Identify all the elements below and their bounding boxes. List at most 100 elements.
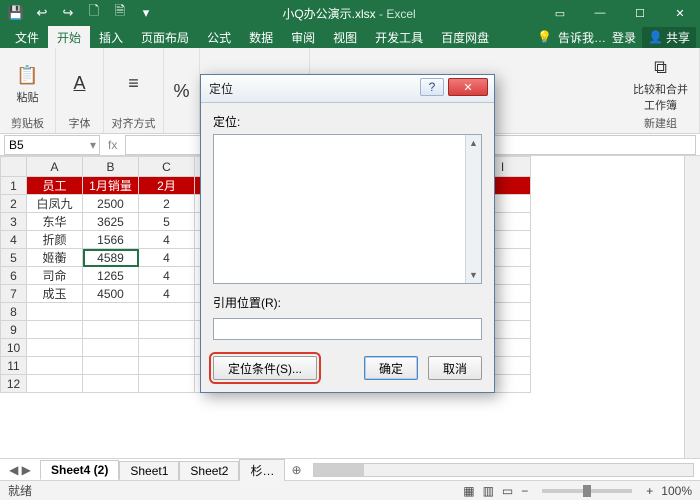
dialog-title: 定位 (209, 80, 233, 97)
vertical-scrollbar[interactable] (684, 156, 700, 458)
selected-cell[interactable]: 4589 (83, 249, 139, 267)
row-header[interactable]: 7 (1, 285, 27, 303)
share-button[interactable]: 👤共享 (642, 27, 696, 48)
close-button[interactable]: ✕ (660, 0, 700, 26)
row-header[interactable]: 5 (1, 249, 27, 267)
dialog-close-button[interactable]: ✕ (448, 78, 488, 96)
cell[interactable]: 东华 (27, 213, 83, 231)
cell[interactable]: 1566 (83, 231, 139, 249)
row-header[interactable]: 2 (1, 195, 27, 213)
reference-input[interactable] (213, 318, 482, 340)
tab-insert[interactable]: 插入 (90, 26, 132, 48)
minimize-button[interactable]: — (580, 0, 620, 26)
tab-review[interactable]: 审阅 (282, 26, 324, 48)
cell[interactable]: 员工 (27, 177, 83, 195)
add-sheet-button[interactable]: ⊕ (285, 463, 307, 477)
cell[interactable]: 折颜 (27, 231, 83, 249)
qat-more-icon[interactable]: ▾ (134, 2, 158, 24)
dialog-titlebar[interactable]: 定位 ? ✕ (201, 75, 494, 103)
cell[interactable]: 4 (139, 267, 195, 285)
row-header[interactable]: 10 (1, 339, 27, 357)
bulb-icon: 💡 (537, 30, 552, 44)
cancel-button[interactable]: 取消 (428, 356, 482, 380)
open-button[interactable]: 🗎 (108, 2, 132, 24)
view-normal-icon[interactable]: ▦ (463, 484, 474, 498)
horizontal-scrollbar[interactable] (313, 463, 694, 477)
fx-icon[interactable]: fx (108, 138, 117, 152)
cell[interactable]: 2 (139, 195, 195, 213)
row-header[interactable]: 1 (1, 177, 27, 195)
scroll-down-icon[interactable]: ▼ (466, 267, 481, 283)
tab-home[interactable]: 开始 (48, 26, 90, 48)
tab-dev[interactable]: 开发工具 (366, 26, 432, 48)
font-button[interactable]: A (63, 69, 97, 99)
cell[interactable]: 5 (139, 213, 195, 231)
compare-line2: 工作簿 (644, 97, 677, 113)
sheet-tab[interactable]: 杉… (239, 459, 285, 481)
compare-merge-button[interactable]: ⧉比较和合并工作簿 (629, 53, 692, 115)
row-header[interactable]: 11 (1, 357, 27, 375)
align-button[interactable]: ≡ (117, 69, 151, 99)
zoom-in-button[interactable]: + (646, 484, 653, 498)
row-header[interactable]: 12 (1, 375, 27, 393)
sheet-tab[interactable]: Sheet1 (119, 461, 179, 480)
select-all-corner[interactable] (1, 157, 27, 177)
col-header[interactable]: C (139, 157, 195, 177)
cell[interactable]: 3625 (83, 213, 139, 231)
cell[interactable]: 白凤九 (27, 195, 83, 213)
row-header[interactable]: 3 (1, 213, 27, 231)
save-button[interactable]: 💾 (4, 2, 28, 24)
row-header[interactable]: 9 (1, 321, 27, 339)
cell[interactable]: 1月销量 (83, 177, 139, 195)
tab-baidu[interactable]: 百度网盘 (432, 26, 498, 48)
tab-view[interactable]: 视图 (324, 26, 366, 48)
font-icon: A (67, 71, 93, 97)
cell[interactable]: 4 (139, 285, 195, 303)
zoom-out-button[interactable]: − (521, 484, 528, 498)
sheet-nav[interactable]: ◀ ▶ (0, 463, 40, 477)
tab-layout[interactable]: 页面布局 (132, 26, 198, 48)
undo-button[interactable]: ↩ (30, 2, 54, 24)
cell[interactable]: 2500 (83, 195, 139, 213)
cell[interactable]: 2月 (139, 177, 195, 195)
row-header[interactable]: 4 (1, 231, 27, 249)
col-header[interactable]: A (27, 157, 83, 177)
ribbon-tabs: 文件 开始 插入 页面布局 公式 数据 审阅 视图 开发工具 百度网盘 💡 告诉… (0, 26, 700, 48)
ribbon-options-button[interactable]: ▭ (540, 0, 580, 26)
compare-icon: ⧉ (648, 55, 674, 81)
tab-data[interactable]: 数据 (240, 26, 282, 48)
zoom-slider[interactable] (542, 489, 632, 493)
reference-label: 引用位置(R): (213, 294, 482, 311)
tab-file[interactable]: 文件 (6, 26, 48, 48)
zoom-level[interactable]: 100% (661, 484, 692, 498)
cell[interactable]: 4 (139, 231, 195, 249)
new-button[interactable]: 🗋 (82, 2, 106, 24)
row-header[interactable]: 8 (1, 303, 27, 321)
special-button[interactable]: 定位条件(S)... (213, 356, 317, 380)
listbox-scrollbar[interactable]: ▲▼ (465, 135, 481, 283)
tab-formulas[interactable]: 公式 (198, 26, 240, 48)
row-header[interactable]: 6 (1, 267, 27, 285)
cell[interactable]: 司命 (27, 267, 83, 285)
cell[interactable]: 1265 (83, 267, 139, 285)
maximize-button[interactable]: ☐ (620, 0, 660, 26)
sheet-tab[interactable]: Sheet2 (179, 461, 239, 480)
view-page-icon[interactable]: ▥ (483, 484, 494, 498)
signin-link[interactable]: 登录 (612, 29, 636, 46)
goto-listbox[interactable]: ▲▼ (213, 134, 482, 284)
redo-button[interactable]: ↪ (56, 2, 80, 24)
view-break-icon[interactable]: ▭ (502, 484, 513, 498)
scroll-up-icon[interactable]: ▲ (466, 135, 481, 151)
cell[interactable]: 成玉 (27, 285, 83, 303)
percent-button[interactable]: % (165, 77, 199, 107)
paste-button[interactable]: 📋粘贴 (11, 61, 45, 107)
cell[interactable]: 姬蘅 (27, 249, 83, 267)
col-header[interactable]: B (83, 157, 139, 177)
tell-me[interactable]: 告诉我… (558, 29, 606, 46)
dialog-help-button[interactable]: ? (420, 78, 444, 96)
sheet-tab-active[interactable]: Sheet4 (2) (40, 460, 119, 480)
cell[interactable]: 4500 (83, 285, 139, 303)
cell[interactable]: 4 (139, 249, 195, 267)
ok-button[interactable]: 确定 (364, 356, 418, 380)
name-box[interactable]: B5▾ (4, 135, 100, 155)
